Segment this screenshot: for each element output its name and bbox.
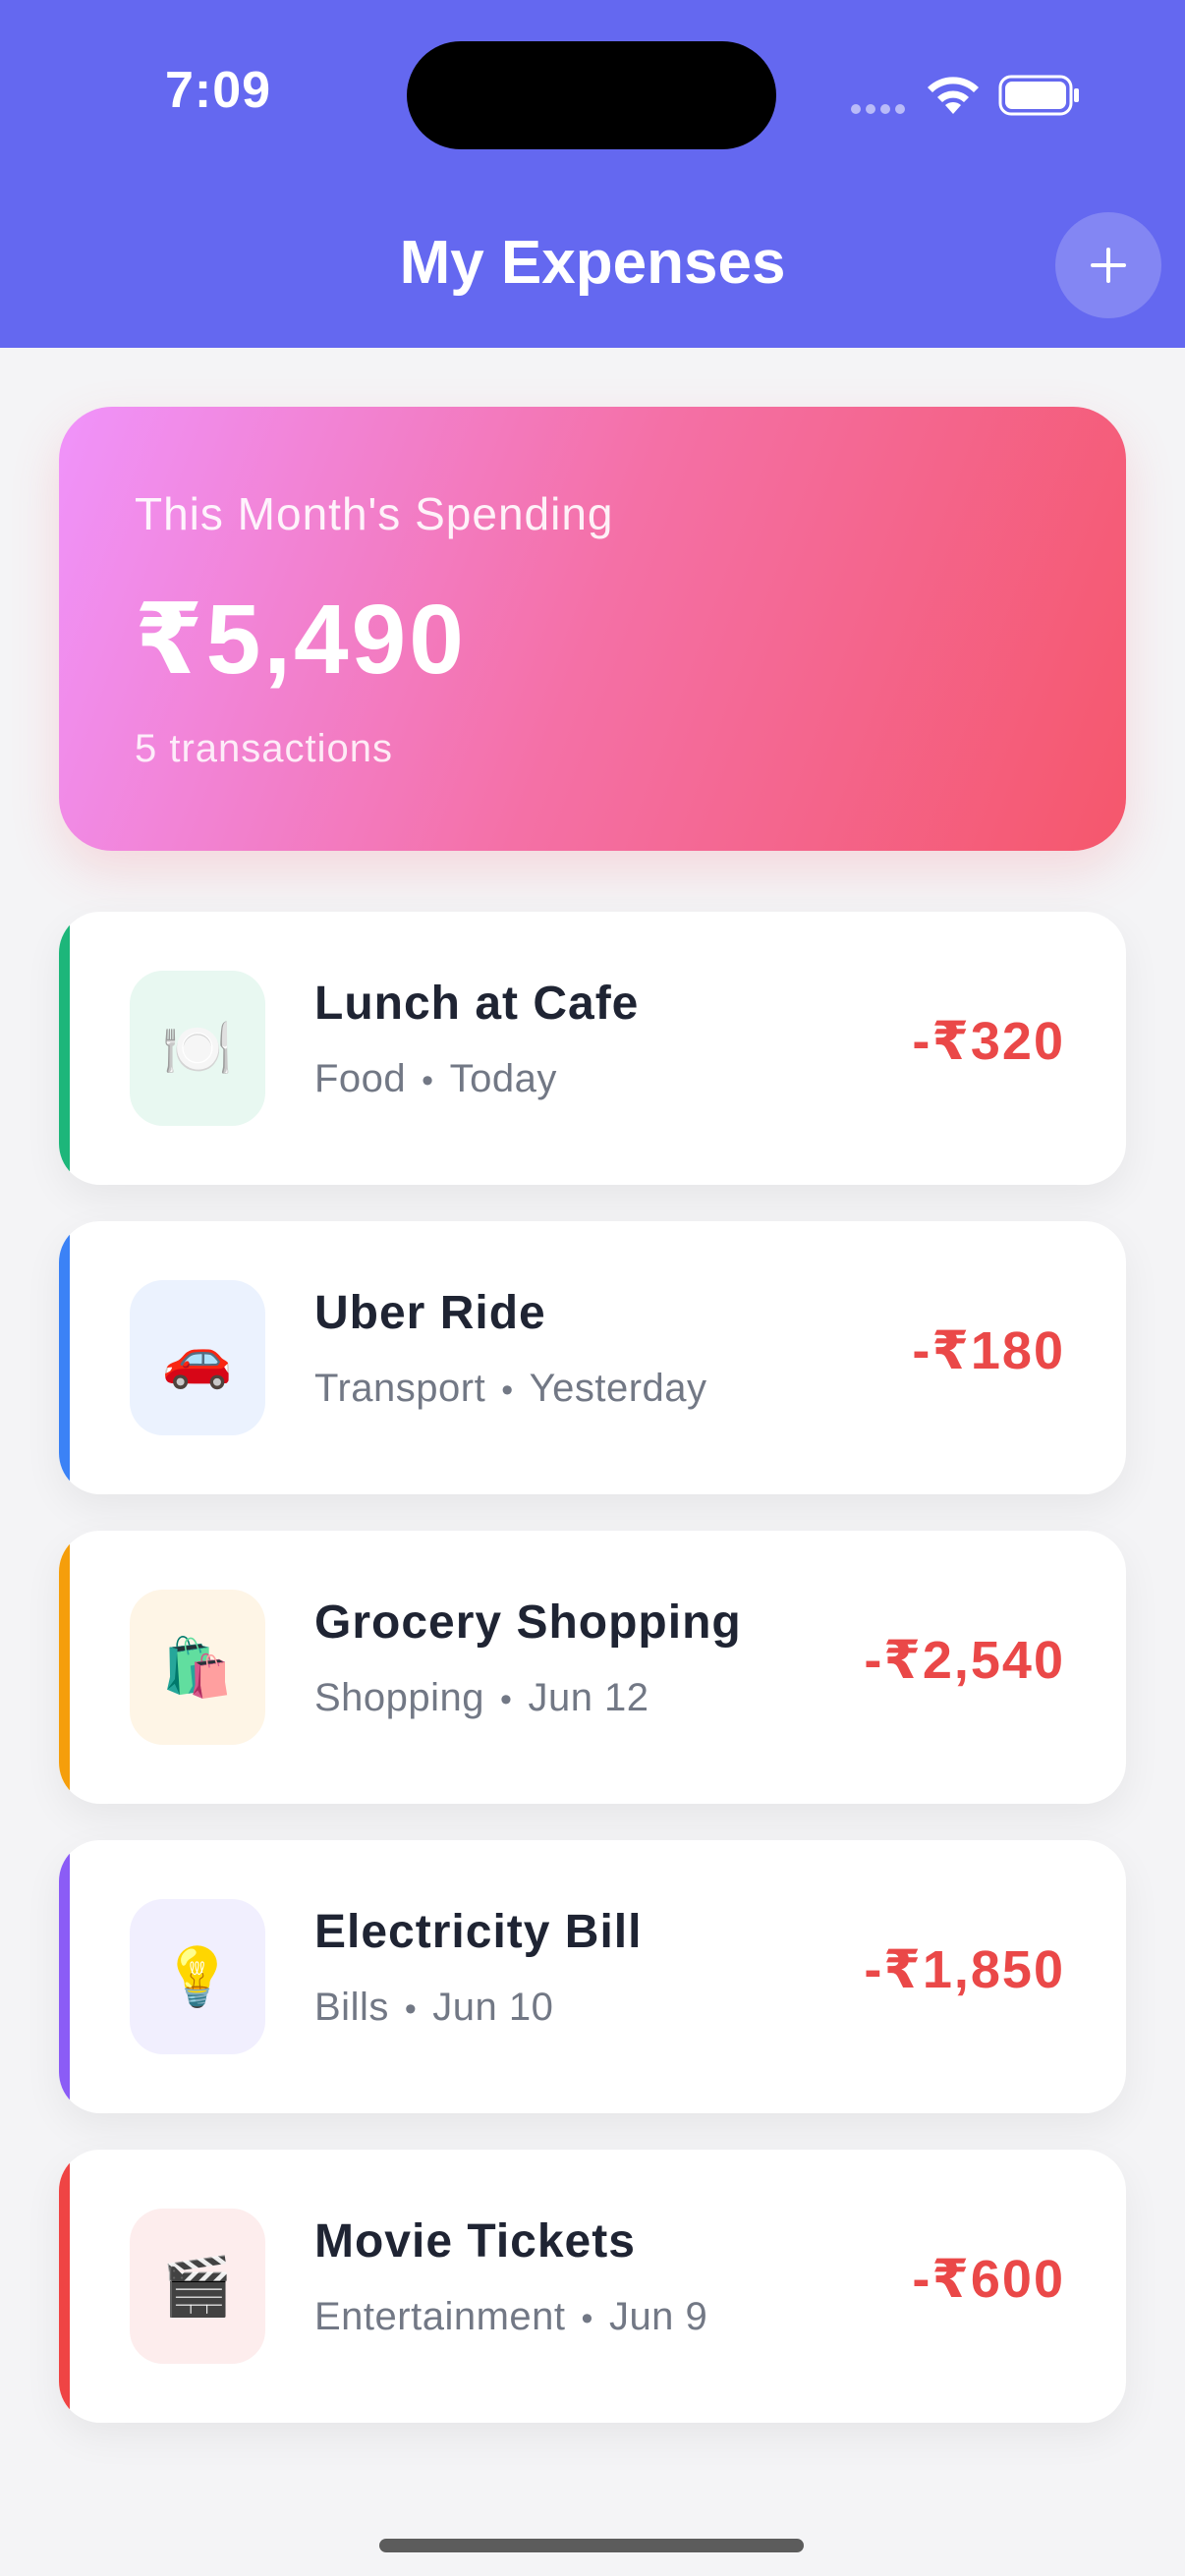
transaction-title: Uber Ride xyxy=(314,1287,546,1339)
category-accent-bar xyxy=(59,2150,70,2423)
transaction-amount: -₹1,850 xyxy=(864,1940,1065,1999)
transaction-category: Transport xyxy=(314,1367,486,1410)
car-icon: 🚗 xyxy=(130,1280,265,1435)
transaction-amount: -₹180 xyxy=(912,1321,1065,1380)
category-accent-bar xyxy=(59,1221,70,1494)
add-expense-button[interactable] xyxy=(1055,212,1161,318)
transaction-category: Food xyxy=(314,1057,407,1100)
home-indicator[interactable] xyxy=(379,2539,804,2552)
transaction-list: 🍽️ Lunch at Cafe Food • Today -₹320 🚗 Uber… xyxy=(59,912,1126,2459)
transaction-meta: Shopping • Jun 12 xyxy=(314,1676,649,1719)
fork-knife-plate-icon: 🍽️ xyxy=(130,971,265,1126)
transaction-amount: -₹600 xyxy=(912,2250,1065,2309)
transaction-date: Yesterday xyxy=(529,1367,707,1410)
category-accent-bar xyxy=(59,1840,70,2113)
wifi-icon xyxy=(928,77,979,114)
transaction-category: Bills xyxy=(314,1986,389,2029)
transaction-meta: Bills • Jun 10 xyxy=(314,1986,554,2029)
cellular-signal-icon xyxy=(851,104,906,114)
plus-icon xyxy=(1091,248,1126,283)
transaction-card[interactable]: 💡 Electricity Bill Bills • Jun 10 -₹1,850 xyxy=(59,1840,1126,2113)
transaction-card[interactable]: 🚗 Uber Ride Transport • Yesterday -₹180 xyxy=(59,1221,1126,1494)
status-time: 7:09 xyxy=(165,62,272,119)
dynamic-island xyxy=(407,41,776,149)
transaction-title: Electricity Bill xyxy=(314,1906,643,1958)
light-bulb-icon: 💡 xyxy=(130,1899,265,2054)
transaction-meta: Food • Today xyxy=(314,1057,557,1100)
battery-icon xyxy=(998,75,1079,116)
category-accent-bar xyxy=(59,1531,70,1804)
transaction-count: 5 transactions xyxy=(135,727,394,770)
app-header: 7:09 My Expenses xyxy=(0,0,1185,348)
transaction-card[interactable]: 🍽️ Lunch at Cafe Food • Today -₹320 xyxy=(59,912,1126,1185)
transaction-meta: Transport • Yesterday xyxy=(314,1367,707,1410)
transaction-card[interactable]: 🎬 Movie Tickets Entertainment • Jun 9 -₹60… xyxy=(59,2150,1126,2423)
transaction-amount: -₹320 xyxy=(912,1012,1065,1071)
transaction-amount: -₹2,540 xyxy=(864,1631,1065,1690)
transaction-title: Movie Tickets xyxy=(314,2215,636,2268)
transaction-meta: Entertainment • Jun 9 xyxy=(314,2295,708,2338)
transaction-date: Jun 9 xyxy=(608,2295,708,2338)
summary-label: This Month's Spending xyxy=(135,488,614,539)
transaction-date: Jun 10 xyxy=(432,1986,554,2029)
shopping-bags-icon: 🛍️ xyxy=(130,1590,265,1745)
transaction-category: Shopping xyxy=(314,1676,485,1719)
transaction-date: Today xyxy=(449,1057,557,1100)
page-title: My Expenses xyxy=(399,229,786,297)
category-accent-bar xyxy=(59,912,70,1185)
transaction-category: Entertainment xyxy=(314,2295,566,2338)
transaction-card[interactable]: 🛍️ Grocery Shopping Shopping • Jun 12 -₹2,… xyxy=(59,1531,1126,1804)
clapperboard-icon: 🎬 xyxy=(130,2209,265,2364)
monthly-summary-card: This Month's Spending ₹5,490 5 transacti… xyxy=(59,407,1126,851)
transaction-title: Lunch at Cafe xyxy=(314,978,640,1030)
transaction-title: Grocery Shopping xyxy=(314,1596,742,1649)
summary-amount: ₹5,490 xyxy=(135,585,467,695)
transaction-date: Jun 12 xyxy=(528,1676,649,1719)
